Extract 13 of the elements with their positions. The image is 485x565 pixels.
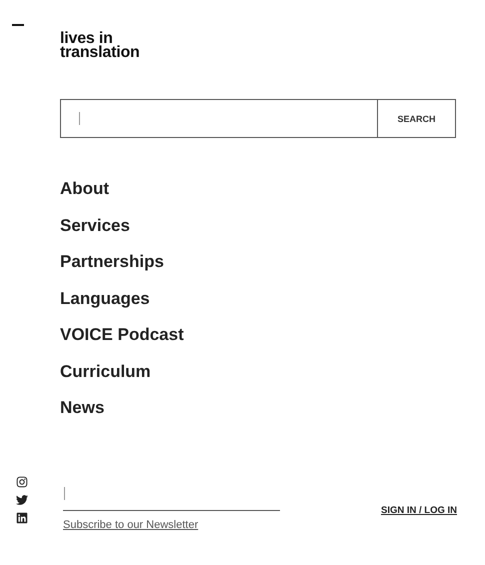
logo[interactable]: lives in translation [60,32,456,60]
newsletter-link[interactable]: Subscribe to our Newsletter [63,519,280,531]
nav-link[interactable]: Languages [60,288,456,308]
nav-link[interactable]: News [60,397,456,418]
nav-link[interactable]: About [60,178,456,199]
linkedin-icon[interactable] [16,512,28,524]
sign-in-link[interactable]: SIGN IN / LOG IN [380,505,457,516]
bird-icon[interactable] [16,494,28,506]
nav-link[interactable]: VOICE Podcast [60,324,456,345]
nav-link[interactable]: Curriculum [60,360,456,382]
nav-link[interactable]: Services [60,214,456,236]
nav-link[interactable]: Partnerships [60,251,456,272]
camera-icon[interactable] [16,476,28,488]
